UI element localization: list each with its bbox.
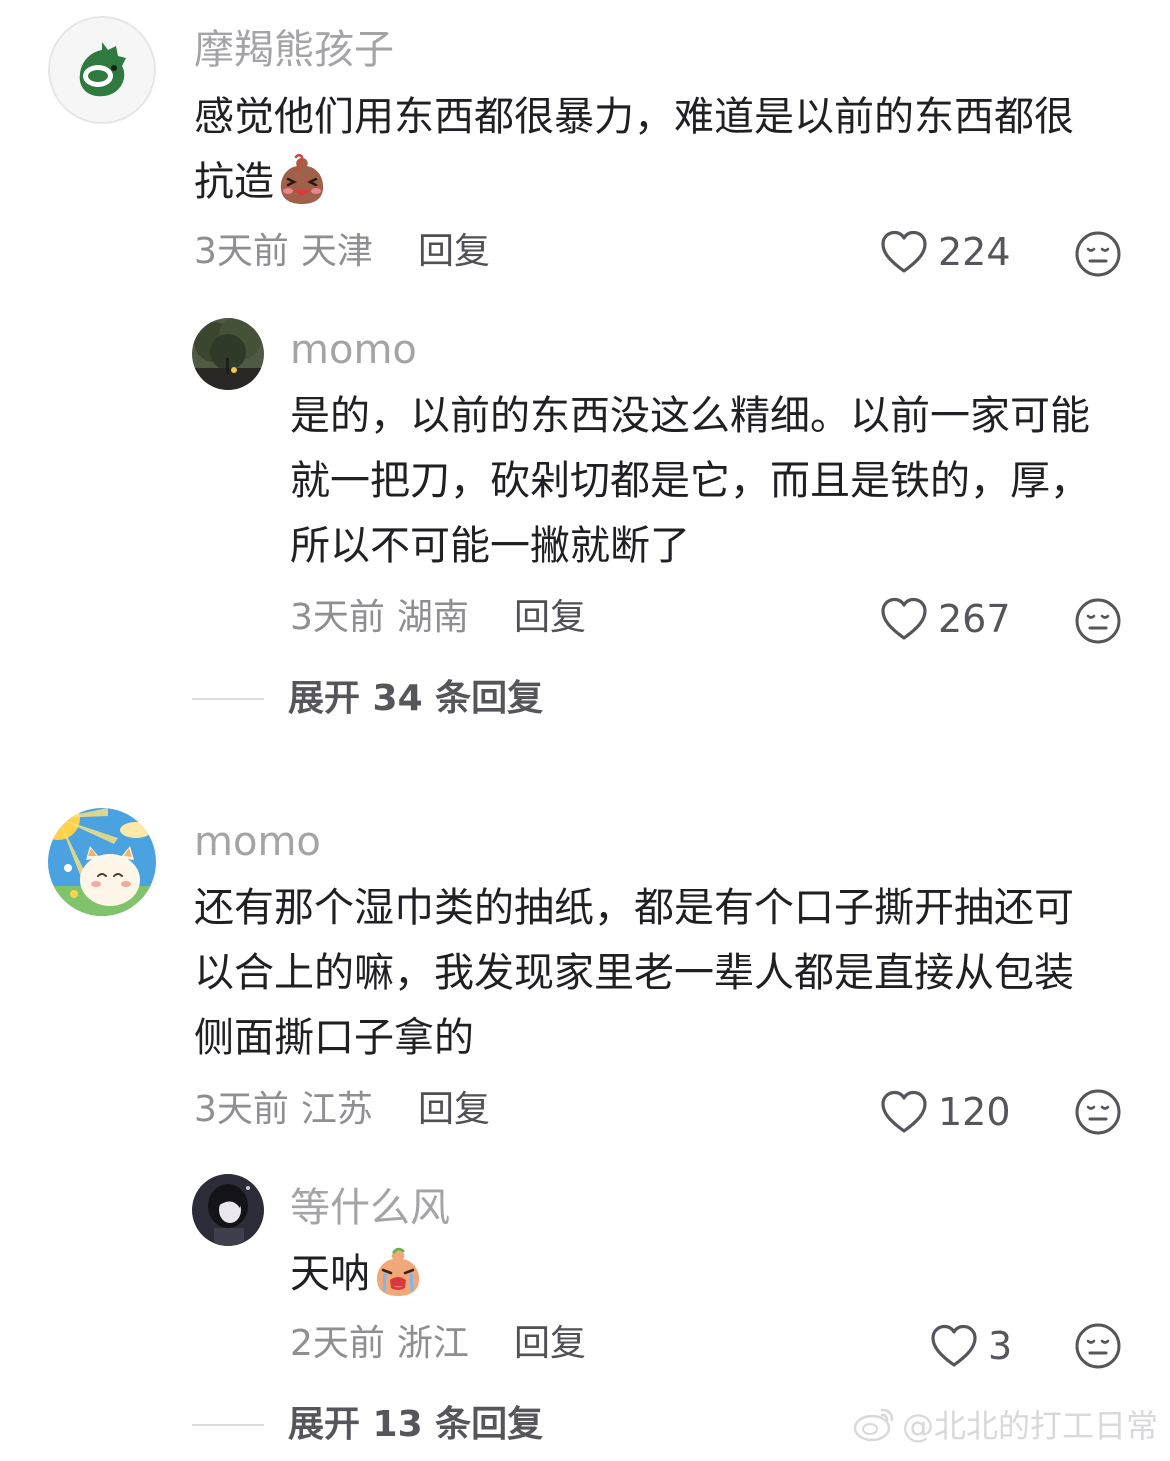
expand-replies-label: 展开 34 条回复 bbox=[288, 678, 544, 719]
comment-line: 所以不可能一撇就断了 bbox=[290, 523, 690, 569]
comment-meta: 3天前 湖南 bbox=[290, 600, 469, 636]
comment-location: 浙江 bbox=[396, 1323, 469, 1364]
like-button[interactable]: 3 bbox=[930, 1324, 1012, 1368]
comment-line: 抗造 bbox=[194, 150, 1074, 215]
comment-location: 湖南 bbox=[396, 597, 469, 638]
heart-outline-icon bbox=[881, 1090, 927, 1133]
username[interactable]: 摩羯熊孩子 bbox=[194, 30, 394, 70]
reply-button[interactable]: 回复 bbox=[418, 234, 490, 270]
expand-replies-button[interactable]: 展开 34 条回复 bbox=[192, 681, 543, 717]
expand-replies-label: 展开 13 条回复 bbox=[288, 1404, 544, 1445]
heart-outline-icon bbox=[931, 1324, 977, 1367]
comment-line: 以合上的嘛，我发现家里老一辈人都是直接从包装 bbox=[194, 950, 1074, 996]
comment-time: 3天前 bbox=[290, 597, 385, 638]
reply-text: 天呐 bbox=[290, 1242, 424, 1307]
comment-meta: 3天前 江苏 bbox=[194, 1092, 373, 1128]
heart-outline-icon bbox=[881, 230, 927, 273]
like-button[interactable]: 224 bbox=[880, 230, 1011, 274]
username[interactable]: momo bbox=[194, 822, 321, 862]
comment-meta: 3天前 天津 bbox=[194, 234, 373, 270]
avatar[interactable] bbox=[48, 16, 156, 124]
expand-replies-button[interactable]: 展开 13 条回复 bbox=[192, 1407, 543, 1443]
meh-face-icon[interactable] bbox=[1074, 230, 1122, 278]
crying-mole-emoji bbox=[376, 1247, 420, 1296]
watermark: @北北的打工日常 bbox=[852, 1401, 1158, 1447]
avatar[interactable] bbox=[192, 318, 264, 390]
like-button[interactable]: 267 bbox=[880, 597, 1011, 641]
watermark-text: @北北的打工日常 bbox=[901, 1407, 1158, 1445]
reply-button[interactable]: 回复 bbox=[514, 1326, 586, 1362]
heart-outline-icon bbox=[881, 597, 927, 640]
like-count: 3 bbox=[988, 1324, 1013, 1368]
comment-meta: 2天前 浙江 bbox=[290, 1326, 469, 1362]
avatar[interactable] bbox=[192, 1174, 264, 1246]
divider bbox=[192, 698, 264, 700]
divider bbox=[192, 1424, 264, 1426]
comment-line: 是的，以前的东西没这么精细。以前一家可能 bbox=[290, 393, 1090, 439]
like-count: 224 bbox=[938, 230, 1011, 274]
reply-button[interactable]: 回复 bbox=[418, 1092, 490, 1128]
comment-line: 感觉他们用东西都很暴力，难道是以前的东西都很 bbox=[194, 94, 1074, 140]
comment-text: 还有那个湿巾类的抽纸，都是有个口子撕开抽还可 以合上的嘛，我发现家里老一辈人都是… bbox=[194, 876, 1074, 1071]
reply-text: 是的，以前的东西没这么精细。以前一家可能 就一把刀，砍剁切都是它，而且是铁的，厚… bbox=[290, 384, 1090, 579]
comment-text: 感觉他们用东西都很暴力，难道是以前的东西都很 抗造 bbox=[194, 85, 1074, 215]
comment-time: 3天前 bbox=[194, 1089, 289, 1130]
comment-line: 天呐 bbox=[290, 1242, 424, 1307]
reply-button[interactable]: 回复 bbox=[514, 600, 586, 636]
comment-line: 就一把刀，砍剁切都是它，而且是铁的，厚， bbox=[290, 458, 1090, 504]
comment-time: 2天前 bbox=[290, 1323, 385, 1364]
comment-time: 3天前 bbox=[194, 231, 289, 272]
meh-face-icon[interactable] bbox=[1074, 1322, 1122, 1370]
like-button[interactable]: 120 bbox=[880, 1090, 1011, 1134]
comment-line: 侧面撕口子拿的 bbox=[194, 1015, 474, 1061]
like-count: 267 bbox=[938, 597, 1011, 641]
weibo-logo-icon bbox=[853, 1408, 894, 1442]
username[interactable]: 等什么风 bbox=[290, 1188, 450, 1228]
comment-line: 还有那个湿巾类的抽纸，都是有个口子撕开抽还可 bbox=[194, 885, 1074, 931]
like-count: 120 bbox=[938, 1090, 1011, 1134]
comment-location: 江苏 bbox=[300, 1089, 373, 1130]
avatar[interactable] bbox=[48, 808, 156, 916]
meh-face-icon[interactable] bbox=[1074, 1088, 1122, 1136]
comment-location: 天津 bbox=[300, 231, 373, 272]
meh-face-icon[interactable] bbox=[1074, 597, 1122, 645]
username[interactable]: momo bbox=[290, 330, 417, 370]
shy-mole-emoji bbox=[280, 154, 324, 204]
